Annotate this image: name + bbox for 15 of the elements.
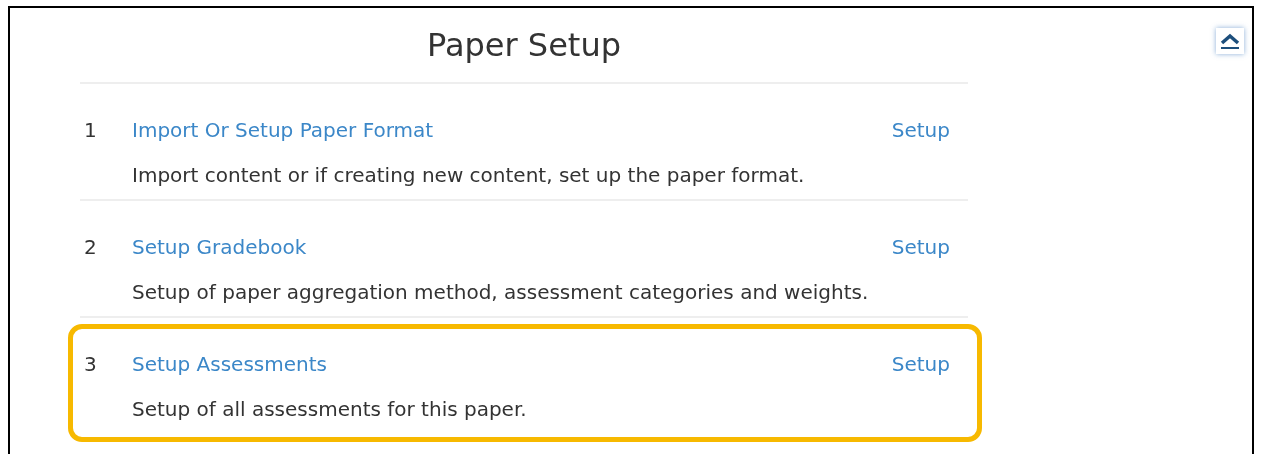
step-link[interactable]: Setup Gradebook bbox=[132, 233, 307, 261]
collapse-button[interactable] bbox=[1216, 28, 1244, 54]
step-number: 3 bbox=[84, 351, 98, 378]
step-link[interactable]: Setup Assessments bbox=[132, 350, 327, 378]
step-description: Setup of all assessments for this paper. bbox=[132, 396, 528, 423]
setup-link[interactable]: Setup bbox=[891, 116, 950, 144]
setup-link[interactable]: Setup bbox=[891, 350, 950, 378]
step-number: 2 bbox=[84, 234, 98, 261]
step-description: Setup of paper aggregation method, assessment categories and weights. bbox=[132, 279, 870, 306]
step-link[interactable]: Import Or Setup Paper Format bbox=[132, 116, 434, 144]
panel-title: Paper Setup bbox=[427, 26, 621, 64]
setup-link[interactable]: Setup bbox=[891, 233, 950, 261]
chevron-up-icon bbox=[1219, 32, 1241, 50]
step-number: 1 bbox=[84, 117, 98, 144]
step-description: Import content or if creating new content, set up the paper format. bbox=[132, 162, 806, 189]
